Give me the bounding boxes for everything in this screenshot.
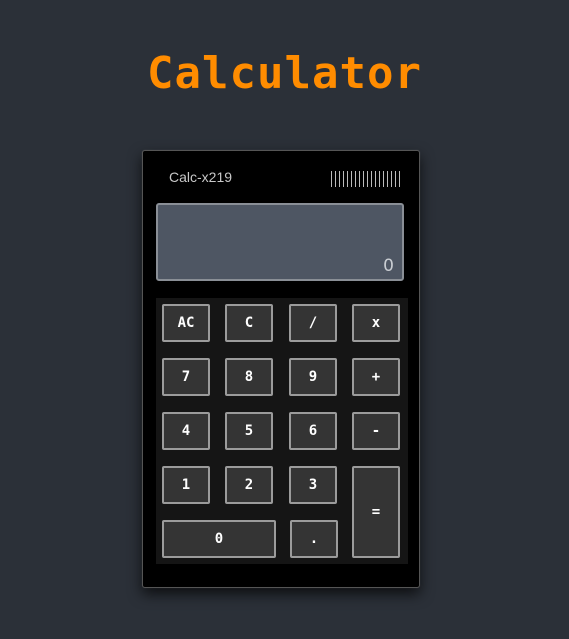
decimal-button[interactable]: .: [290, 520, 338, 558]
display-screen: 0: [156, 203, 404, 281]
divide-button[interactable]: /: [289, 304, 337, 342]
solar-panel: [331, 171, 403, 187]
plus-button[interactable]: +: [352, 358, 400, 396]
four-button[interactable]: 4: [162, 412, 210, 450]
nine-button[interactable]: 9: [289, 358, 337, 396]
six-button[interactable]: 6: [289, 412, 337, 450]
model-name: Calc-x219: [169, 169, 233, 185]
keypad: AC C / x 7 8 9 + 4 5 6 - 1 2 3 = 0 .: [156, 298, 408, 564]
multiply-button[interactable]: x: [352, 304, 400, 342]
display-value: 0: [383, 256, 394, 276]
eight-button[interactable]: 8: [225, 358, 273, 396]
calculator-body: Calc-x219 0 AC C / x 7 8 9 + 4 5 6 - 1 2…: [142, 150, 420, 588]
clear-button[interactable]: C: [225, 304, 273, 342]
three-button[interactable]: 3: [289, 466, 337, 504]
five-button[interactable]: 5: [225, 412, 273, 450]
one-button[interactable]: 1: [162, 466, 210, 504]
minus-button[interactable]: -: [352, 412, 400, 450]
zero-button[interactable]: 0: [162, 520, 276, 558]
ac-button[interactable]: AC: [162, 304, 210, 342]
seven-button[interactable]: 7: [162, 358, 210, 396]
page-title: Calculator: [147, 48, 422, 99]
equals-button[interactable]: =: [352, 466, 400, 558]
two-button[interactable]: 2: [225, 466, 273, 504]
